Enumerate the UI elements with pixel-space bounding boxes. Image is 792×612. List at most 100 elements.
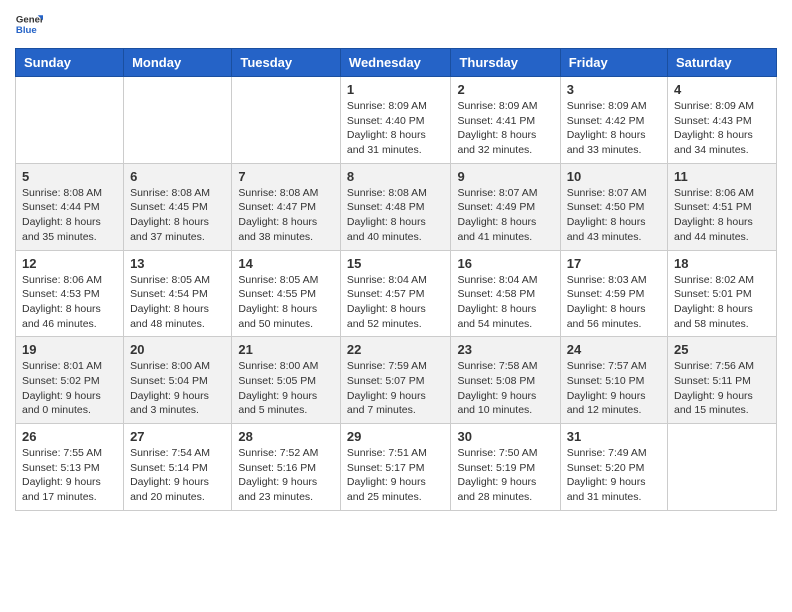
day-number: 20 bbox=[130, 342, 225, 357]
page: General Blue SundayMondayTuesdayWednesda… bbox=[0, 0, 792, 612]
daylight-label: Daylight: 8 hours and 52 minutes. bbox=[347, 303, 426, 330]
day-info: Sunrise: 8:04 AMSunset: 4:58 PMDaylight:… bbox=[457, 273, 553, 332]
sunset-info: Sunset: 4:41 PM bbox=[457, 115, 535, 127]
weekday-header-monday: Monday bbox=[124, 49, 232, 77]
weekday-header-sunday: Sunday bbox=[16, 49, 124, 77]
day-info: Sunrise: 8:07 AM Sunset: 4:50 PM Daylight:… bbox=[567, 186, 661, 245]
sunset-info: Sunset: 4:43 PM bbox=[674, 115, 752, 127]
day-number: 4 bbox=[674, 82, 770, 97]
daylight-label: Daylight: 9 hours and 15 minutes. bbox=[674, 390, 753, 417]
week-row-4: 19Sunrise: 8:01 AMSunset: 5:02 PMDayligh… bbox=[16, 337, 777, 424]
day-number: 7 bbox=[238, 169, 334, 184]
sunset-info: Sunset: 4:49 PM bbox=[457, 201, 535, 213]
calendar-cell: 6Sunrise: 8:08 AMSunset: 4:45 PMDaylight… bbox=[124, 163, 232, 250]
day-number: 9 bbox=[457, 169, 553, 184]
calendar-cell bbox=[232, 77, 341, 164]
day-info: Sunrise: 8:00 AMSunset: 5:05 PMDaylight:… bbox=[238, 359, 334, 418]
calendar-cell: 18Sunrise: 8:02 AMSunset: 5:01 PMDayligh… bbox=[668, 250, 777, 337]
daylight-label: Daylight: 8 hours and 32 minutes. bbox=[457, 129, 536, 156]
daylight-label: Daylight: 9 hours and 23 minutes. bbox=[238, 476, 317, 503]
calendar-cell: 12Sunrise: 8:06 AMSunset: 4:53 PMDayligh… bbox=[16, 250, 124, 337]
week-row-3: 12Sunrise: 8:06 AMSunset: 4:53 PMDayligh… bbox=[16, 250, 777, 337]
daylight-label: Daylight: 8 hours and 31 minutes. bbox=[347, 129, 426, 156]
day-info: Sunrise: 7:58 AMSunset: 5:08 PMDaylight:… bbox=[457, 359, 553, 418]
day-number: 27 bbox=[130, 429, 225, 444]
daylight-label: Daylight: 8 hours and 48 minutes. bbox=[130, 303, 209, 330]
day-info: Sunrise: 8:09 AMSunset: 4:43 PMDaylight:… bbox=[674, 99, 770, 158]
sunset-info: Sunset: 5:02 PM bbox=[22, 375, 100, 387]
day-number: 23 bbox=[457, 342, 553, 357]
sunset-info: Sunset: 5:16 PM bbox=[238, 462, 316, 474]
day-info: Sunrise: 7:52 AMSunset: 5:16 PMDaylight:… bbox=[238, 446, 334, 505]
daylight-label: Daylight: 9 hours and 12 minutes. bbox=[567, 390, 646, 417]
logo-icon: General Blue bbox=[15, 10, 43, 38]
day-info: Sunrise: 8:08 AMSunset: 4:47 PMDaylight:… bbox=[238, 186, 334, 245]
sunrise-info: Sunrise: 8:07 AM bbox=[567, 187, 647, 199]
sunset-info: Sunset: 4:45 PM bbox=[130, 201, 208, 213]
sunrise-info: Sunrise: 8:00 AM bbox=[238, 360, 318, 372]
day-info: Sunrise: 8:05 AMSunset: 4:54 PMDaylight:… bbox=[130, 273, 225, 332]
daylight-label: Daylight: 8 hours and 38 minutes. bbox=[238, 216, 317, 243]
weekday-header-saturday: Saturday bbox=[668, 49, 777, 77]
calendar-cell bbox=[668, 424, 777, 511]
calendar-cell: 25Sunrise: 7:56 AMSunset: 5:11 PMDayligh… bbox=[668, 337, 777, 424]
calendar-cell: 3Sunrise: 8:09 AMSunset: 4:42 PMDaylight… bbox=[560, 77, 667, 164]
day-number: 8 bbox=[347, 169, 445, 184]
sunrise-info: Sunrise: 7:58 AM bbox=[457, 360, 537, 372]
sunrise-info: Sunrise: 8:07 AM bbox=[457, 187, 537, 199]
day-number: 13 bbox=[130, 256, 225, 271]
calendar-cell: 11Sunrise: 8:06 AMSunset: 4:51 PMDayligh… bbox=[668, 163, 777, 250]
day-number: 1 bbox=[347, 82, 445, 97]
day-number: 31 bbox=[567, 429, 661, 444]
logo: General Blue bbox=[15, 10, 43, 38]
calendar-cell: 23Sunrise: 7:58 AMSunset: 5:08 PMDayligh… bbox=[451, 337, 560, 424]
calendar-cell: 29Sunrise: 7:51 AMSunset: 5:17 PMDayligh… bbox=[340, 424, 451, 511]
week-row-2: 5Sunrise: 8:08 AMSunset: 4:44 PMDaylight… bbox=[16, 163, 777, 250]
daylight-label: Daylight: 8 hours and 50 minutes. bbox=[238, 303, 317, 330]
weekday-header-friday: Friday bbox=[560, 49, 667, 77]
sunrise-info: Sunrise: 8:08 AM bbox=[22, 187, 102, 199]
calendar-cell: 10Sunrise: 8:07 AMSunset: 4:50 PMDayligh… bbox=[560, 163, 667, 250]
calendar-cell: 7 Sunrise: 8:08 AMSunset: 4:47 PMDaylight… bbox=[232, 163, 341, 250]
daylight-label: Daylight: 9 hours and 3 minutes. bbox=[130, 390, 209, 417]
sunset-info: Sunset: 5:11 PM bbox=[674, 375, 751, 387]
header: General Blue bbox=[15, 10, 777, 38]
sunrise-info: Sunrise: 8:00 AM bbox=[130, 360, 210, 372]
sunset-info: Sunset: 4:47 PM bbox=[238, 201, 316, 213]
daylight-label: Daylight: 9 hours and 0 minutes. bbox=[22, 390, 101, 417]
sunset-info: Sunset: 4:50 PM bbox=[567, 201, 645, 213]
sunrise-info: Sunrise: 8:02 AM bbox=[674, 274, 754, 286]
calendar-cell: 30Sunrise: 7:50 AMSunset: 5:19 PMDayligh… bbox=[451, 424, 560, 511]
day-info: Sunrise: 8:08 AMSunset: 4:45 PMDaylight:… bbox=[130, 186, 225, 245]
day-number: 5 bbox=[22, 169, 117, 184]
weekday-header-wednesday: Wednesday bbox=[340, 49, 451, 77]
day-number: 26 bbox=[22, 429, 117, 444]
calendar-cell: 15 Sunrise: 8:04 AMSunset: 4:57 PMDayligh… bbox=[340, 250, 451, 337]
day-number: 15 bbox=[347, 256, 445, 271]
day-info: Sunrise: 7:50 AMSunset: 5:19 PMDaylight:… bbox=[457, 446, 553, 505]
daylight-label: Daylight: 8 hours and 58 minutes. bbox=[674, 303, 753, 330]
sunrise-info: Sunrise: 7:57 AM bbox=[567, 360, 647, 372]
day-info: Sunrise: 8:06 AMSunset: 4:51 PMDaylight:… bbox=[674, 186, 770, 245]
day-number: 21 bbox=[238, 342, 334, 357]
calendar-cell: 27Sunrise: 7:54 AMSunset: 5:14 PMDayligh… bbox=[124, 424, 232, 511]
sunset-info: Sunset: 5:13 PM bbox=[22, 462, 100, 474]
sunrise-info: Sunrise: 7:51 AM bbox=[347, 447, 427, 459]
daylight-label: Daylight: 8 hours and 40 minutes. bbox=[347, 216, 426, 243]
daylight-label: Daylight: 8 hours and 43 minutes. bbox=[567, 216, 646, 243]
calendar-cell: 19Sunrise: 8:01 AMSunset: 5:02 PMDayligh… bbox=[16, 337, 124, 424]
day-number: 14 bbox=[238, 256, 334, 271]
day-info: Sunrise: 8:03 AMSunset: 4:59 PMDaylight:… bbox=[567, 273, 661, 332]
calendar-cell: 31Sunrise: 7:49 AMSunset: 5:20 PMDayligh… bbox=[560, 424, 667, 511]
day-number: 17 bbox=[567, 256, 661, 271]
sunset-info: Sunset: 4:40 PM bbox=[347, 115, 425, 127]
sunset-info: Sunset: 5:05 PM bbox=[238, 375, 316, 387]
day-info: Sunrise: 8:04 AMSunset: 4:57 PMDaylight:… bbox=[347, 273, 445, 332]
sunset-info: Sunset: 5:19 PM bbox=[457, 462, 535, 474]
calendar-cell bbox=[16, 77, 124, 164]
weekday-header-thursday: Thursday bbox=[451, 49, 560, 77]
day-info: Sunrise: 8:07 AMSunset: 4:49 PMDaylight:… bbox=[457, 186, 553, 245]
sunset-info: Sunset: 4:54 PM bbox=[130, 288, 208, 300]
sunset-info: Sunset: 5:08 PM bbox=[457, 375, 535, 387]
daylight-label: Daylight: 8 hours and 34 minutes. bbox=[674, 129, 753, 156]
